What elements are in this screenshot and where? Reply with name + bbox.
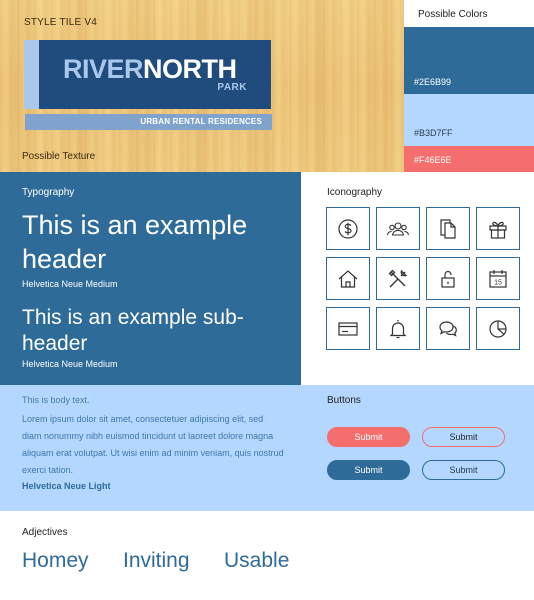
tools-icon bbox=[376, 257, 420, 300]
logo-tagline: URBAN RENTAL RESIDENCES bbox=[25, 114, 272, 130]
submit-button-blue-solid[interactable]: Submit bbox=[327, 460, 410, 480]
header-font-name: Helvetica Neue Medium bbox=[22, 279, 118, 289]
submit-button-coral-solid[interactable]: Submit bbox=[327, 427, 410, 447]
adjectives-panel: Adjectives Homey Inviting Usable bbox=[0, 511, 534, 600]
credit-card-icon bbox=[326, 307, 370, 350]
logo-title: RIVERNORTH bbox=[63, 54, 237, 84]
adjective-homey: Homey bbox=[22, 549, 89, 572]
typography-label: Typography bbox=[22, 187, 75, 198]
logo-accent-bar bbox=[24, 40, 39, 109]
logo: RIVERNORTH PARK bbox=[39, 40, 271, 109]
subheader-font-name: Helvetica Neue Medium bbox=[22, 359, 118, 369]
adjective-usable: Usable bbox=[224, 549, 290, 572]
iconography-panel: Iconography 15 bbox=[301, 172, 534, 385]
style-tile-title: STYLE TILE V4 bbox=[24, 17, 98, 28]
bell-icon bbox=[376, 307, 420, 350]
colors-title: Possible Colors bbox=[404, 0, 534, 27]
submit-button-blue-outline[interactable]: Submit bbox=[422, 460, 505, 480]
gift-icon bbox=[476, 207, 520, 250]
typography-panel: Typography This is an example header Hel… bbox=[0, 172, 301, 385]
texture-label: Possible Texture bbox=[22, 151, 96, 162]
dollar-icon bbox=[326, 207, 370, 250]
pie-chart-icon bbox=[476, 307, 520, 350]
body-font-name: Helvetica Neue Light bbox=[22, 481, 111, 491]
body-text-intro: This is body text. bbox=[22, 395, 90, 405]
buttons-label: Buttons bbox=[327, 395, 361, 406]
example-header: This is an example header bbox=[22, 210, 248, 274]
example-subheader: This is an example sub-header bbox=[22, 306, 244, 355]
texture-panel: STYLE TILE V4 RIVERNORTH PARK URBAN RENT… bbox=[0, 0, 404, 172]
logo-river-text: RIVER bbox=[63, 54, 144, 84]
body-text-sample: Lorem ipsum dolor sit amet, consectetuer… bbox=[22, 414, 284, 475]
swatch-hex: #F46E6E bbox=[414, 155, 452, 165]
adjective-inviting: Inviting bbox=[123, 549, 190, 572]
icon-grid: 15 bbox=[326, 207, 520, 350]
iconography-label: Iconography bbox=[327, 187, 383, 198]
color-swatch-accent: #F46E6E bbox=[404, 146, 534, 172]
submit-button-coral-outline[interactable]: Submit bbox=[422, 427, 505, 447]
users-icon bbox=[376, 207, 420, 250]
chat-icon bbox=[426, 307, 470, 350]
buttons-panel: Buttons Submit Submit Submit Submit bbox=[301, 385, 534, 511]
color-swatch-light: #B3D7FF bbox=[404, 94, 534, 146]
unlock-icon bbox=[426, 257, 470, 300]
swatch-hex: #B3D7FF bbox=[414, 128, 453, 138]
adjectives-label: Adjectives bbox=[22, 527, 68, 538]
color-palette: Possible Colors #2E6B99 #B3D7FF #F46E6E bbox=[404, 0, 534, 172]
color-swatch-primary: #2E6B99 bbox=[404, 27, 534, 94]
swatch-hex: #2E6B99 bbox=[414, 77, 452, 87]
calendar-day-text: 15 bbox=[494, 279, 502, 286]
calendar-icon: 15 bbox=[476, 257, 520, 300]
home-icon bbox=[326, 257, 370, 300]
body-text-panel: This is body text. Lorem ipsum dolor sit… bbox=[0, 385, 301, 511]
logo-north-text: NORTH bbox=[143, 54, 237, 84]
documents-icon bbox=[426, 207, 470, 250]
logo-park-text: PARK bbox=[217, 82, 247, 93]
